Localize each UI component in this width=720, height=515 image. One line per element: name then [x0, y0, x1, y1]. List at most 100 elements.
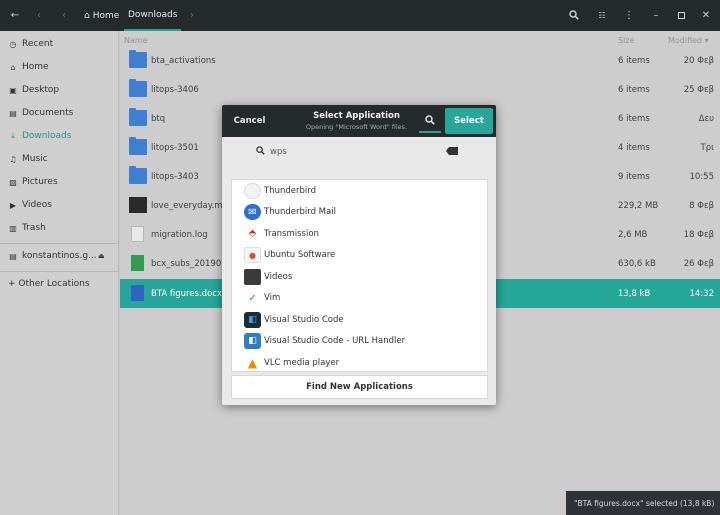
eject-icon[interactable]: ⏏ [98, 252, 105, 260]
forward-button[interactable]: ‹ [30, 6, 48, 24]
breadcrumb-downloads-label: Downloads [128, 9, 178, 20]
clear-search-icon[interactable] [446, 147, 458, 155]
list-item[interactable]: ✓ Vim [232, 288, 487, 310]
file-modified: Τρι [700, 142, 714, 153]
sidebar-item-label: Recent [22, 39, 54, 49]
column-header-modified[interactable]: Modified ▾ [668, 33, 709, 47]
sidebar-item-label: Desktop [22, 85, 60, 95]
list-item[interactable]: ✉ Thunderbird Mail [232, 202, 487, 224]
file-size: 4 items [618, 142, 650, 153]
file-name: btq [151, 113, 166, 124]
sidebar-item-recent[interactable]: ◷ Recent [0, 33, 119, 55]
back-button[interactable]: ← [6, 6, 24, 24]
column-header-name[interactable]: Name [124, 33, 148, 47]
file-size: 6 items [618, 113, 650, 124]
sidebar-item-desktop[interactable]: ▣ Desktop [0, 79, 119, 101]
list-item[interactable]: Videos [232, 266, 487, 288]
header-bar: ← ‹ ‹ ⌂ Home Downloads › ☷ ⋮ – ✕ [0, 0, 720, 31]
file-modified: 14:32 [689, 288, 715, 299]
file-name: litops-3403 [151, 171, 199, 182]
list-item[interactable]: Thunderbird [232, 180, 487, 202]
search-button[interactable] [565, 6, 583, 24]
breadcrumb-home[interactable]: ⌂ Home [84, 0, 119, 31]
path-right-button[interactable]: › [186, 6, 198, 24]
sidebar-item-label: Downloads [22, 131, 72, 141]
select-button[interactable]: Select [445, 108, 493, 134]
maximize-button[interactable] [672, 6, 690, 24]
sidebar-item-videos[interactable]: ▶ Videos [0, 194, 119, 216]
file-modified: 20 Φεβ [683, 55, 714, 66]
vlc-icon: ▲ [247, 355, 258, 370]
dialog-search-toggle[interactable] [419, 109, 441, 133]
file-size: 9 items [618, 171, 650, 182]
documents-icon: ▤ [9, 108, 17, 118]
app-name: Transmission [264, 228, 319, 239]
minimize-button[interactable]: – [647, 6, 665, 24]
sidebar-item-documents[interactable]: ▤ Documents [0, 102, 119, 124]
app-name: Thunderbird [264, 185, 316, 196]
app-name: VLC media player [264, 357, 340, 368]
find-new-applications-button[interactable]: Find New Applications [231, 375, 488, 399]
home-icon: ⌂ [10, 62, 16, 72]
word-document-icon [131, 285, 144, 301]
list-item[interactable]: ▲ VLC media player [232, 352, 487, 371]
breadcrumb-downloads[interactable]: Downloads [124, 0, 182, 31]
file-size: 630,6 kB [618, 258, 656, 269]
app-name: Videos [264, 271, 293, 282]
sidebar-divider [0, 271, 119, 272]
file-size: 6 items [618, 55, 650, 66]
file-modified: Δευ [698, 113, 714, 124]
music-icon: ♫ [9, 154, 17, 164]
sidebar-item-downloads[interactable]: ⤓ Downloads [0, 125, 119, 147]
transmission-icon: ⬘ [248, 228, 257, 240]
sidebar-item-drive[interactable]: ▤ konstantinos.g... ⏏ [0, 245, 119, 267]
dialog-title: Select Application [313, 111, 400, 121]
menu-button[interactable]: ⋮ [620, 6, 638, 24]
file-modified: 8 Φεβ [689, 200, 714, 211]
sidebar-item-label: Music [22, 154, 48, 164]
status-bar: "BTA figures.docx" selected (13,8 kB) [566, 491, 720, 515]
thunderbird-mail-icon: ✉ [244, 204, 261, 221]
file-row[interactable]: bta_activations 6 items 20 Φεβ [120, 46, 720, 75]
app-name: Vim [264, 293, 281, 304]
breadcrumb-home-label: Home [92, 10, 120, 21]
sidebar-item-label: Videos [22, 200, 52, 210]
list-item[interactable]: ◧ Visual Studio Code - URL Handler [232, 331, 487, 353]
file-name: litops-3406 [151, 84, 199, 95]
minimize-icon: – [653, 9, 659, 21]
file-size: 2,6 MB [618, 229, 648, 240]
app-search-field[interactable]: wps [254, 143, 464, 165]
sidebar-item-pictures[interactable]: ▨ Pictures [0, 171, 119, 193]
app-search-input[interactable]: wps [270, 147, 287, 157]
file-modified: 25 Φεβ [683, 84, 714, 95]
arrow-left-icon: ← [10, 9, 20, 21]
app-name: Visual Studio Code [264, 314, 344, 325]
app-name: Ubuntu Software [264, 250, 336, 261]
file-modified: 10:55 [689, 171, 715, 182]
app-name: Visual Studio Code - URL Handler [264, 336, 406, 347]
sidebar-item-other-locations[interactable]: + Other Locations [0, 273, 119, 295]
path-left-button[interactable]: ‹ [55, 6, 73, 24]
list-item[interactable]: ◧ Visual Studio Code [232, 309, 487, 331]
view-toggle-button[interactable]: ☷ [593, 6, 611, 24]
sidebar-item-trash[interactable]: ▥ Trash [0, 217, 119, 239]
vscode-url-icon: ◧ [244, 333, 261, 350]
drive-icon: ▤ [9, 251, 17, 261]
column-header-size[interactable]: Size [618, 33, 634, 47]
cancel-button[interactable]: Cancel [222, 105, 277, 137]
list-item[interactable]: ● Ubuntu Software [232, 245, 487, 267]
sidebar-item-music[interactable]: ♫ Music [0, 148, 119, 170]
sidebar-item-home[interactable]: ⌂ Home [0, 56, 119, 78]
folder-icon [129, 108, 147, 126]
arrow-right-icon: ‹ [37, 9, 41, 21]
file-row[interactable]: litops-3406 6 items 25 Φεβ [120, 75, 720, 104]
file-modified: 18 Φεβ [683, 229, 714, 240]
close-button[interactable]: ✕ [697, 6, 715, 24]
folder-icon [129, 137, 147, 155]
select-application-dialog: Cancel Select Application Opening "Micro… [222, 105, 496, 405]
folder-icon [129, 50, 147, 68]
list-item[interactable]: ⬘ Transmission [232, 223, 487, 245]
sidebar-item-label: Home [22, 62, 49, 72]
videos-app-icon [244, 268, 261, 285]
file-name: litops-3501 [151, 142, 199, 153]
